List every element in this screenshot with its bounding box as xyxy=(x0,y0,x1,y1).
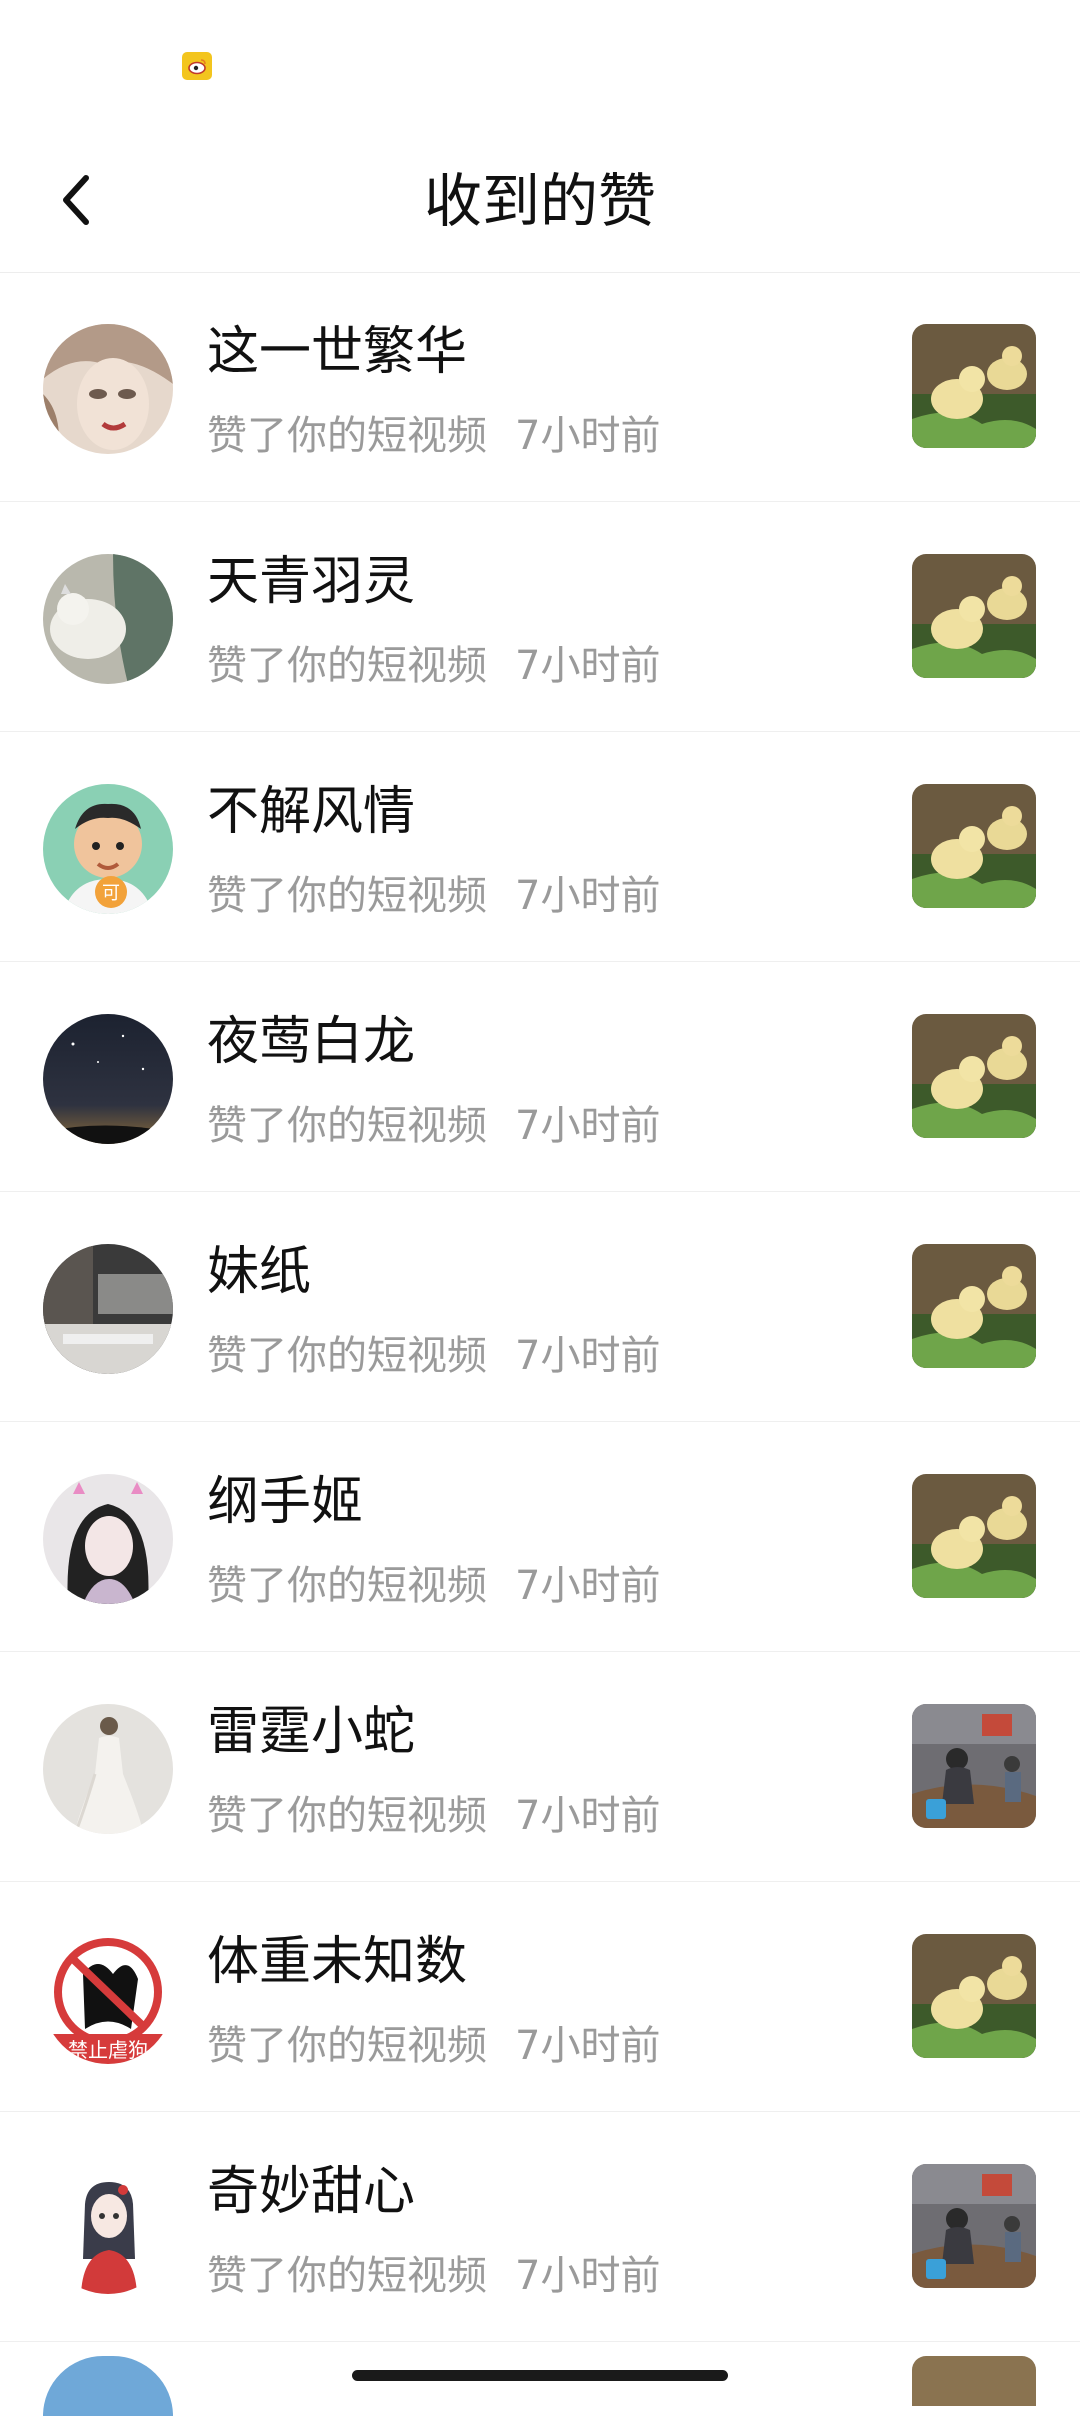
user-name: 天青羽灵 xyxy=(207,552,416,612)
video-thumbnail[interactable] xyxy=(912,1244,1036,1368)
user-name: 纲手姬 xyxy=(207,1472,364,1532)
page-title: 收到的赞 xyxy=(423,167,656,235)
avatar[interactable] xyxy=(43,1014,173,1144)
user-name: 不解风情 xyxy=(207,782,416,842)
like-description: 赞了你的短视频 7小时前 xyxy=(207,2248,660,2304)
user-name: 奇妙甜心 xyxy=(207,2162,416,2222)
video-thumbnail[interactable] xyxy=(912,1474,1036,1598)
video-thumbnail[interactable] xyxy=(912,784,1036,908)
like-description: 赞了你的短视频 7小时前 xyxy=(207,1098,660,1154)
video-thumbnail[interactable] xyxy=(912,554,1036,678)
avatar[interactable] xyxy=(43,1244,173,1374)
timestamp: 7小时前 xyxy=(515,873,661,919)
action-text: 赞了你的短视频 xyxy=(207,1103,487,1149)
avatar[interactable] xyxy=(43,1474,173,1604)
list-item[interactable]: 这一世繁华 赞了你的短视频 7小时前 xyxy=(0,272,1080,502)
action-text: 赞了你的短视频 xyxy=(207,1333,487,1379)
list-item[interactable]: 妹纸 赞了你的短视频 7小时前 xyxy=(0,1192,1080,1422)
action-text: 赞了你的短视频 xyxy=(207,413,487,459)
action-text: 赞了你的短视频 xyxy=(207,1793,487,1839)
action-text: 赞了你的短视频 xyxy=(207,1563,487,1609)
avatar[interactable] xyxy=(43,324,173,454)
list-item[interactable]: 天青羽灵 赞了你的短视频 7小时前 xyxy=(0,502,1080,732)
video-thumbnail[interactable] xyxy=(912,2356,1036,2406)
action-text: 赞了你的短视频 xyxy=(207,873,487,919)
avatar[interactable] xyxy=(43,2164,173,2294)
weibo-icon xyxy=(182,52,212,80)
status-bar xyxy=(0,0,1080,130)
like-description: 赞了你的短视频 7小时前 xyxy=(207,638,660,694)
list-item[interactable]: 雷霆小蛇 赞了你的短视频 7小时前 xyxy=(0,1652,1080,1882)
user-name: 这一世繁华 xyxy=(207,322,468,382)
timestamp: 7小时前 xyxy=(515,413,661,459)
action-text: 赞了你的短视频 xyxy=(207,643,487,689)
list-item[interactable]: 禁止虐狗 体重未知数 赞了你的短视频 7小时前 xyxy=(0,1882,1080,2112)
action-text: 赞了你的短视频 xyxy=(207,2253,487,2299)
timestamp: 7小时前 xyxy=(515,1333,661,1379)
avatar-caption: 禁止虐狗 xyxy=(68,2038,148,2062)
home-indicator[interactable] xyxy=(352,2370,728,2381)
avatar[interactable] xyxy=(43,554,173,684)
avatar[interactable] xyxy=(43,2356,173,2416)
user-name: 妹纸 xyxy=(207,1242,312,1302)
like-description: 赞了你的短视频 7小时前 xyxy=(207,868,660,924)
likes-list: 这一世繁华 赞了你的短视频 7小时前 天青羽灵 赞了你的短视频 7小时前 可 不… xyxy=(0,272,1080,2416)
like-description: 赞了你的短视频 7小时前 xyxy=(207,1788,660,1844)
like-description: 赞了你的短视频 7小时前 xyxy=(207,1558,660,1614)
video-thumbnail[interactable] xyxy=(912,1014,1036,1138)
timestamp: 7小时前 xyxy=(515,1563,661,1609)
like-description: 赞了你的短视频 7小时前 xyxy=(207,408,660,464)
like-description: 赞了你的短视频 7小时前 xyxy=(207,1328,660,1384)
header: 收到的赞 xyxy=(0,130,1080,273)
user-name: 体重未知数 xyxy=(207,1932,468,1992)
video-thumbnail[interactable] xyxy=(912,2164,1036,2288)
video-thumbnail[interactable] xyxy=(912,324,1036,448)
svg-text:可: 可 xyxy=(102,883,120,904)
video-thumbnail[interactable] xyxy=(912,1704,1036,1828)
avatar[interactable] xyxy=(43,1704,173,1834)
timestamp: 7小时前 xyxy=(515,1793,661,1839)
list-item[interactable]: 可 不解风情 赞了你的短视频 7小时前 xyxy=(0,732,1080,962)
list-item[interactable]: 纲手姬 赞了你的短视频 7小时前 xyxy=(0,1422,1080,1652)
video-thumbnail[interactable] xyxy=(912,1934,1036,2058)
timestamp: 7小时前 xyxy=(515,2253,661,2299)
user-name: 夜莺白龙 xyxy=(207,1012,416,1072)
timestamp: 7小时前 xyxy=(515,2023,661,2069)
avatar[interactable]: 可 xyxy=(43,784,173,914)
list-item[interactable]: 奇妙甜心 赞了你的短视频 7小时前 xyxy=(0,2112,1080,2342)
like-description: 赞了你的短视频 7小时前 xyxy=(207,2018,660,2074)
list-item[interactable]: 夜莺白龙 赞了你的短视频 7小时前 xyxy=(0,962,1080,1192)
timestamp: 7小时前 xyxy=(515,1103,661,1149)
user-name: 雷霆小蛇 xyxy=(207,1702,416,1762)
action-text: 赞了你的短视频 xyxy=(207,2023,487,2069)
timestamp: 7小时前 xyxy=(515,643,661,689)
avatar[interactable]: 禁止虐狗 xyxy=(43,1934,173,2064)
